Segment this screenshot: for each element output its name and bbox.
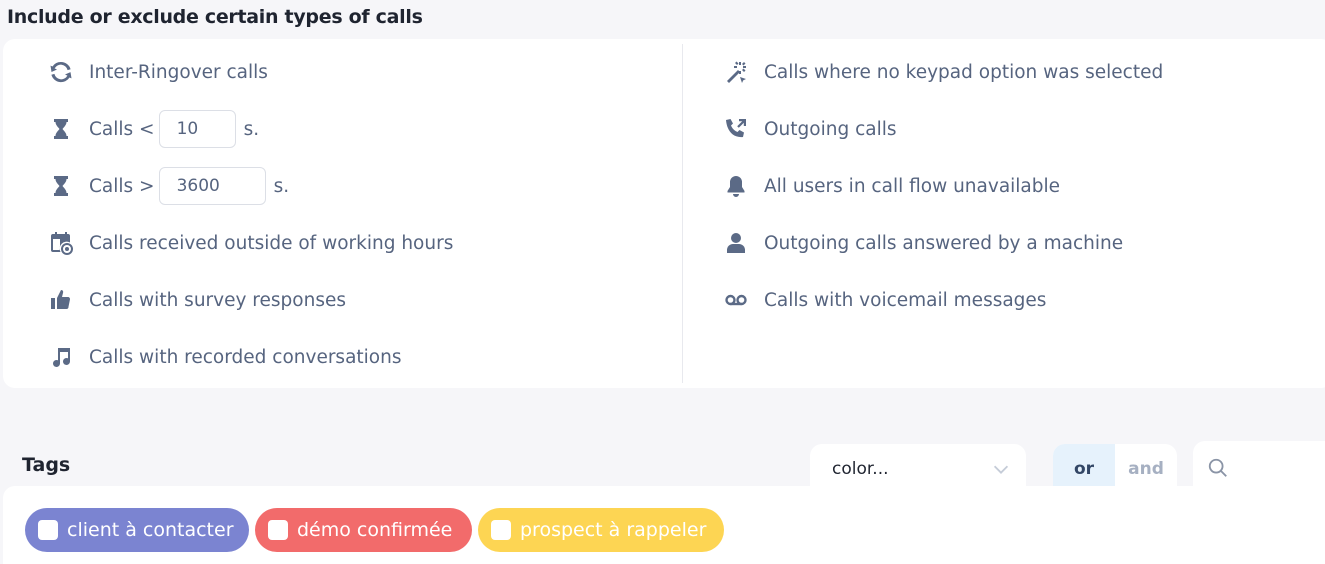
- tag-checkbox[interactable]: [491, 520, 511, 540]
- sync-icon: [47, 58, 75, 86]
- outgoing-call-icon: [722, 115, 750, 143]
- filter-prefix: Calls <: [89, 118, 155, 140]
- music-note-icon: [47, 343, 75, 371]
- tag-label: client à contacter: [67, 519, 234, 541]
- tag-label: démo confirmée: [297, 519, 453, 541]
- filter-users-unavailable[interactable]: All users in call flow unavailable: [722, 166, 1060, 206]
- hourglass-icon: [47, 172, 75, 200]
- color-select-value: color...: [832, 459, 889, 479]
- filter-recorded[interactable]: Calls with recorded conversations: [47, 337, 402, 377]
- filter-inter-ringover[interactable]: Inter-Ringover calls: [47, 52, 268, 92]
- search-icon: [1208, 458, 1227, 477]
- filter-label: Calls with voicemail messages: [764, 289, 1047, 311]
- filter-calls-shorter[interactable]: Calls < s.: [47, 109, 259, 149]
- filter-label: Outgoing calls: [764, 118, 897, 140]
- filter-answering-machine[interactable]: Outgoing calls answered by a machine: [722, 223, 1123, 263]
- tag-checkbox[interactable]: [268, 520, 288, 540]
- filter-label: Calls with survey responses: [89, 289, 346, 311]
- filter-label: Outgoing calls answered by a machine: [764, 232, 1124, 254]
- column-divider: [682, 44, 683, 383]
- filter-label: Calls received outside of working hours: [89, 232, 454, 254]
- filter-outside-hours[interactable]: Calls received outside of working hours: [47, 223, 453, 263]
- filter-label: Calls with recorded conversations: [89, 346, 402, 368]
- min-duration-input[interactable]: [158, 110, 236, 148]
- tag-checkbox[interactable]: [38, 520, 58, 540]
- filter-prefix: Calls >: [89, 175, 155, 197]
- filter-label: All users in call flow unavailable: [764, 175, 1061, 197]
- tag-label: prospect à rappeler: [520, 519, 707, 541]
- tag-demo-confirmee[interactable]: démo confirmée: [255, 508, 472, 552]
- tag-prospect-a-rappeler[interactable]: prospect à rappeler: [478, 508, 724, 552]
- tags-title: Tags: [22, 454, 71, 476]
- filter-outgoing[interactable]: Outgoing calls: [722, 109, 897, 149]
- section-title: Include or exclude certain types of call…: [7, 6, 423, 28]
- unit-label: s.: [273, 175, 290, 197]
- filter-label: Inter-Ringover calls: [89, 61, 268, 83]
- thumbs-up-icon: [47, 286, 75, 314]
- voicemail-icon: [722, 286, 750, 314]
- filter-label: Calls where no keypad option was selecte…: [764, 61, 1164, 83]
- magic-wand-icon: [722, 58, 750, 86]
- filter-no-keypad[interactable]: Calls where no keypad option was selecte…: [722, 52, 1163, 92]
- user-icon: [722, 229, 750, 257]
- filter-survey[interactable]: Calls with survey responses: [47, 280, 346, 320]
- filter-voicemail[interactable]: Calls with voicemail messages: [722, 280, 1046, 320]
- calendar-clock-icon: [47, 229, 75, 257]
- chevron-down-icon: [993, 465, 1009, 474]
- bell-icon: [722, 172, 750, 200]
- hourglass-icon: [47, 115, 75, 143]
- unit-label: s.: [243, 118, 260, 140]
- max-duration-input[interactable]: [158, 167, 266, 205]
- tag-client-a-contacter[interactable]: client à contacter: [25, 508, 249, 552]
- filter-calls-longer[interactable]: Calls > s.: [47, 166, 289, 206]
